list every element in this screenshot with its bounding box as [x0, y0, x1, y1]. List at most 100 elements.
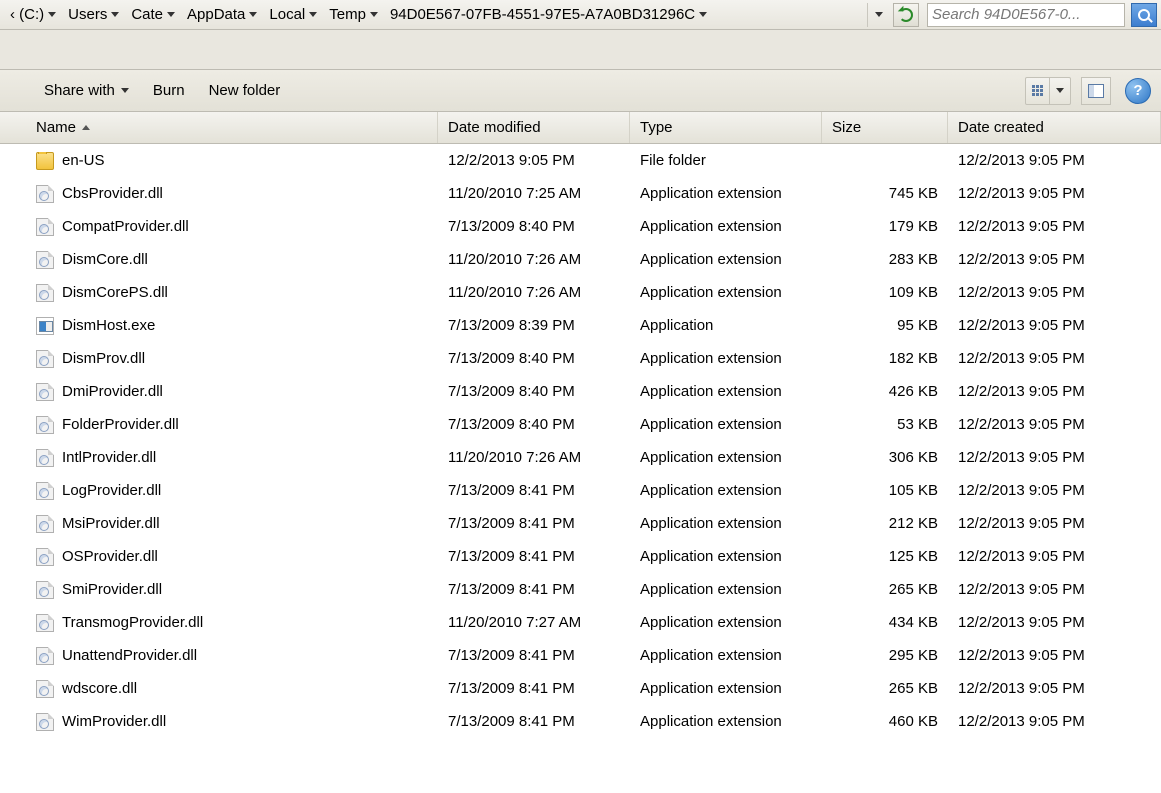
- column-header-name[interactable]: Name: [26, 112, 438, 143]
- file-size: 434 KB: [822, 614, 948, 631]
- dll-icon: [36, 614, 54, 632]
- breadcrumb: ‹ (C:) Users CateAppData Local Temp 94D0E567-…: [4, 3, 713, 27]
- file-type: Application extension: [630, 548, 822, 565]
- file-row[interactable]: WimProvider.dll7/13/2009 8:41 PMApplicat…: [26, 705, 1161, 738]
- share-with-button[interactable]: Share with: [34, 76, 139, 106]
- file-row[interactable]: UnattendProvider.dll7/13/2009 8:41 PMApp…: [26, 639, 1161, 672]
- file-name: DismProv.dll: [62, 350, 145, 367]
- toolbar-label: Share with: [44, 82, 115, 99]
- breadcrumb-segment[interactable]: Local: [263, 3, 323, 27]
- dll-icon: [36, 416, 54, 434]
- file-type: Application extension: [630, 416, 822, 433]
- address-dropdown[interactable]: [867, 3, 889, 27]
- file-row[interactable]: DismProv.dll 7/13/2009 8:40 PMApplication…: [26, 342, 1161, 375]
- search-button[interactable]: [1131, 3, 1157, 27]
- file-size: 283 KB: [822, 251, 948, 268]
- preview-pane-button[interactable]: [1081, 77, 1111, 105]
- file-row[interactable]: MsiProvider.dll7/13/2009 8:41 PMApplicat…: [26, 507, 1161, 540]
- file-row[interactable]: SmiProvider.dll 7/13/2009 8:41 PMApplicat…: [26, 573, 1161, 606]
- file-type: Application extension: [630, 482, 822, 499]
- file-type: Application extension: [630, 614, 822, 631]
- column-header-size[interactable]: Size: [822, 112, 948, 143]
- search-placeholder: Search 94D0E567-0...: [932, 6, 1080, 23]
- file-size: 105 KB: [822, 482, 948, 499]
- breadcrumb-label: Users: [68, 6, 111, 23]
- dll-icon: [36, 680, 54, 698]
- dll-icon: [36, 581, 54, 599]
- column-header-date-created[interactable]: Date created: [948, 112, 1161, 143]
- file-size: 265 KB: [822, 680, 948, 697]
- file-row[interactable]: CompatProvider.dll7/13/2009 8:40 PMAppli…: [26, 210, 1161, 243]
- dll-icon: [36, 515, 54, 533]
- chevron-down-icon: [370, 12, 378, 17]
- toolbar: Share with Burn New folder ?: [0, 70, 1161, 112]
- file-date-created: 12/2/2013 9:05 PM: [948, 449, 1161, 466]
- file-name: CompatProvider.dll: [62, 218, 189, 235]
- file-date-created: 12/2/2013 9:05 PM: [948, 383, 1161, 400]
- file-row[interactable]: DmiProvider.dll7/13/2009 8:40 PMApplicat…: [26, 375, 1161, 408]
- toolbar-label: New folder: [209, 82, 281, 99]
- breadcrumb-segment[interactable]: AppData: [181, 3, 263, 27]
- file-name: SmiProvider.dll: [62, 581, 162, 598]
- view-mode-dropdown[interactable]: [1050, 78, 1070, 104]
- chevron-down-icon: [249, 12, 257, 17]
- file-row[interactable]: FolderProvider.dll7/13/2009 8:40 PMAppli…: [26, 408, 1161, 441]
- refresh-button[interactable]: [893, 3, 919, 27]
- burn-button[interactable]: Burn: [143, 76, 195, 106]
- file-date-modified: 7/13/2009 8:41 PM: [438, 548, 630, 565]
- file-date-created: 12/2/2013 9:05 PM: [948, 350, 1161, 367]
- breadcrumb-segment[interactable]: 94D0E567-07FB-4551-97E5-A7A0BD31296C: [384, 3, 713, 27]
- file-date-created: 12/2/2013 9:05 PM: [948, 680, 1161, 697]
- file-type: Application extension: [630, 350, 822, 367]
- view-mode-selector[interactable]: [1025, 77, 1071, 105]
- file-date-modified: 7/13/2009 8:40 PM: [438, 350, 630, 367]
- file-date-modified: 11/20/2010 7:26 AM: [438, 449, 630, 466]
- dll-icon: [36, 218, 54, 236]
- file-date-created: 12/2/2013 9:05 PM: [948, 152, 1161, 169]
- breadcrumb-segment[interactable]: Users: [62, 3, 125, 27]
- file-row[interactable]: LogProvider.dll7/13/2009 8:41 PMApplicat…: [26, 474, 1161, 507]
- column-label: Date created: [958, 119, 1044, 136]
- file-date-modified: 11/20/2010 7:25 AM: [438, 185, 630, 202]
- breadcrumb-label: 94D0E567-07FB-4551-97E5-A7A0BD31296C: [390, 6, 699, 23]
- help-button[interactable]: ?: [1125, 78, 1151, 104]
- file-row[interactable]: DismCore.dll11/20/2010 7:26 AMApplicatio…: [26, 243, 1161, 276]
- column-header-type[interactable]: Type: [630, 112, 822, 143]
- breadcrumb-label: Local: [269, 6, 309, 23]
- file-row[interactable]: IntlProvider.dll11/20/2010 7:26 AMApplic…: [26, 441, 1161, 474]
- file-date-created: 12/2/2013 9:05 PM: [948, 218, 1161, 235]
- file-row[interactable]: CbsProvider.dll11/20/2010 7:25 AMApplica…: [26, 177, 1161, 210]
- file-row[interactable]: DismCorePS.dll11/20/2010 7:26 AMApplicat…: [26, 276, 1161, 309]
- file-date-created: 12/2/2013 9:05 PM: [948, 581, 1161, 598]
- view-list-icon[interactable]: [1026, 78, 1050, 104]
- chevron-down-icon: [699, 12, 707, 17]
- file-type: Application extension: [630, 581, 822, 598]
- breadcrumb-segment[interactable]: Cate: [125, 3, 181, 27]
- file-type: Application extension: [630, 218, 822, 235]
- file-name: LogProvider.dll: [62, 482, 161, 499]
- file-date-created: 12/2/2013 9:05 PM: [948, 515, 1161, 532]
- file-type: Application extension: [630, 647, 822, 664]
- file-name: en-US: [62, 152, 105, 169]
- file-row[interactable]: wdscore.dll7/13/2009 8:41 PMApplication …: [26, 672, 1161, 705]
- breadcrumb-segment[interactable]: Temp: [323, 3, 384, 27]
- breadcrumb-segment[interactable]: ‹ (C:): [4, 3, 62, 27]
- file-date-created: 12/2/2013 9:05 PM: [948, 548, 1161, 565]
- file-date-modified: 7/13/2009 8:41 PM: [438, 581, 630, 598]
- file-row[interactable]: TransmogProvider.dll11/20/2010 7:27 AMAp…: [26, 606, 1161, 639]
- new-folder-button[interactable]: New folder: [199, 76, 291, 106]
- file-date-modified: 11/20/2010 7:26 AM: [438, 284, 630, 301]
- search-input[interactable]: Search 94D0E567-0...: [927, 3, 1125, 27]
- column-header-date-modified[interactable]: Date modified: [438, 112, 630, 143]
- file-type: Application extension: [630, 515, 822, 532]
- file-size: 212 KB: [822, 515, 948, 532]
- file-row[interactable]: DismHost.exe7/13/2009 8:39 PMApplication…: [26, 309, 1161, 342]
- chevron-down-icon: [167, 12, 175, 17]
- file-size: 53 KB: [822, 416, 948, 433]
- file-size: 125 KB: [822, 548, 948, 565]
- file-size: 265 KB: [822, 581, 948, 598]
- pane-icon: [1088, 84, 1104, 98]
- file-row[interactable]: OSProvider.dll7/13/2009 8:41 PMApplicati…: [26, 540, 1161, 573]
- file-row[interactable]: en-US12/2/2013 9:05 PMFile folder12/2/20…: [26, 144, 1161, 177]
- file-date-modified: 7/13/2009 8:41 PM: [438, 680, 630, 697]
